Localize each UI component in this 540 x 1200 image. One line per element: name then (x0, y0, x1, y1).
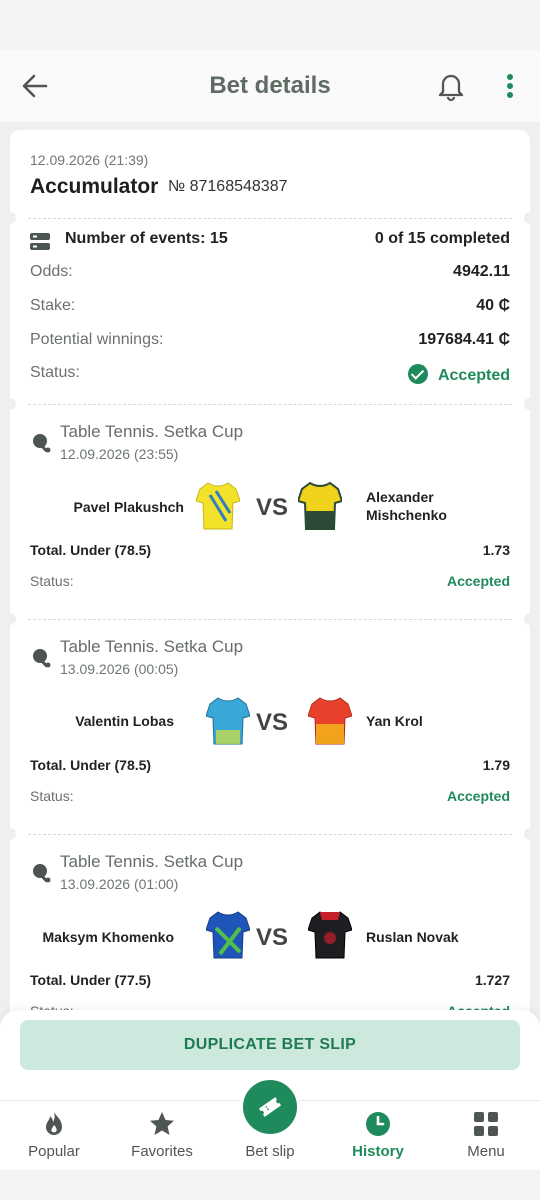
grid-icon (474, 1112, 498, 1136)
table-tennis-icon (33, 434, 51, 453)
tab-label: Popular (28, 1143, 80, 1160)
player-2-name: Ruslan Novak (366, 929, 459, 945)
status-bar (0, 0, 540, 50)
event-status-label: Status: (30, 788, 74, 804)
player-2-jersey-icon (308, 697, 352, 745)
event-market: Total. Under (78.5) (30, 757, 152, 773)
versus-label: VS (255, 709, 288, 736)
event-status: Accepted (446, 573, 510, 589)
player-1-jersey-icon (206, 911, 250, 959)
status-value: Accepted (407, 364, 510, 385)
odds-label: Odds: (30, 263, 73, 280)
event-card: Table Tennis. Setka Cup 13.09.2026 (01:0… (4, 828, 536, 1024)
bet-number: № 87168548387 (168, 178, 288, 195)
bet-slip-fab[interactable] (240, 1077, 300, 1137)
winnings-label: Potential winnings: (30, 331, 164, 348)
tab-popular[interactable]: Popular (0, 1101, 108, 1171)
tab-label: Menu (467, 1143, 505, 1160)
divider (28, 218, 512, 219)
divider (28, 619, 512, 620)
event-status-label: Status: (30, 573, 74, 589)
versus-label: VS (255, 924, 288, 951)
ticket-notch (4, 828, 16, 840)
ticket-notch (4, 613, 16, 625)
tab-history[interactable]: History (324, 1101, 432, 1171)
odds-row: Odds: 4942.11 (30, 263, 510, 287)
status-label: Status: (30, 364, 80, 381)
ticket-notch (4, 212, 16, 224)
event-card: Table Tennis. Setka Cup 13.09.2026 (00:0… (4, 613, 536, 834)
event-status: Accepted (446, 788, 510, 804)
tab-favorites[interactable]: Favorites (108, 1101, 216, 1171)
bet-type: Accumulator (30, 175, 159, 198)
ticket-notch (524, 398, 536, 410)
stake-value: 40 ₵ (476, 297, 510, 314)
winnings-row: Potential winnings: 197684.41 ₵ (30, 331, 510, 355)
event-league: Table Tennis. Setka Cup (60, 852, 244, 871)
check-circle-icon (407, 364, 428, 384)
player-2-name-line2: Mishchenko (366, 507, 447, 523)
ticket-notch (524, 828, 536, 840)
bet-header-card: 12.09.2026 (21:39) Accumulator № 8716854… (10, 130, 530, 216)
tab-label: History (352, 1143, 404, 1160)
bet-datetime: 12.09.2026 (21:39) (30, 152, 149, 168)
app-header: Bet details (0, 50, 540, 122)
versus-label: VS (255, 494, 288, 521)
table-tennis-icon (33, 864, 51, 883)
duplicate-bet-slip-button[interactable]: DUPLICATE BET SLIP (20, 1020, 520, 1070)
divider (28, 404, 512, 405)
bell-icon[interactable] (436, 70, 466, 102)
event-odd: 1.73 (482, 542, 510, 558)
ticket-notch (4, 398, 16, 410)
bet-summary-card: Number of events: 15 0 of 15 completed O… (4, 212, 536, 404)
player-2-name: Alexander Mishchenko (366, 488, 516, 524)
player-2-jersey-icon (298, 481, 342, 530)
clock-icon (366, 1112, 390, 1136)
events-count: Number of events: 15 (65, 230, 228, 247)
player-2-jersey-icon (308, 911, 352, 959)
event-odd: 1.727 (474, 972, 510, 988)
stake-row: Stake: 40 ₵ (30, 297, 510, 321)
events-completed: 0 of 15 completed (374, 230, 510, 247)
system-nav-strip (0, 1170, 540, 1200)
player-1-name: Maksym Khomenko (42, 929, 174, 945)
player-1-jersey-icon (206, 697, 250, 745)
event-league: Table Tennis. Setka Cup (60, 422, 244, 441)
events-row: Number of events: 15 0 of 15 completed (30, 230, 510, 254)
player-2-name: Yan Krol (366, 713, 423, 729)
event-league: Table Tennis. Setka Cup (60, 637, 244, 656)
player-2-name-line1: Alexander (366, 489, 434, 505)
player-1-jersey-icon (196, 482, 240, 530)
status-text: Accepted (437, 367, 510, 384)
event-card: Table Tennis. Setka Cup 12.09.2026 (23:5… (4, 398, 536, 619)
event-date: 13.09.2026 (00:05) (60, 661, 179, 677)
table-tennis-icon (33, 649, 51, 668)
ticket-notch (524, 212, 536, 224)
odds-value: 4942.11 (453, 263, 510, 280)
events-list-icon (30, 233, 50, 250)
tab-label: Favorites (131, 1143, 193, 1160)
stake-label: Stake: (30, 297, 76, 314)
player-1-name: Pavel Plakushch (73, 499, 184, 515)
event-market: Total. Under (78.5) (30, 542, 152, 558)
more-options-icon[interactable] (500, 72, 520, 100)
event-date: 13.09.2026 (01:00) (60, 876, 179, 892)
event-odd: 1.79 (482, 757, 510, 773)
tab-label: Bet slip (245, 1143, 295, 1160)
status-row: Status: Accepted (30, 364, 510, 388)
divider (28, 834, 512, 835)
event-market: Total. Under (77.5) (30, 972, 152, 988)
event-date: 12.09.2026 (23:55) (60, 446, 179, 462)
star-icon (150, 1112, 174, 1135)
ticket-notch (524, 613, 536, 625)
winnings-value: 197684.41 ₵ (418, 331, 510, 348)
flame-icon (46, 1112, 62, 1135)
tab-menu[interactable]: Menu (432, 1101, 540, 1171)
player-1-name: Valentin Lobas (75, 713, 174, 729)
ticket-icon (258, 1097, 282, 1117)
